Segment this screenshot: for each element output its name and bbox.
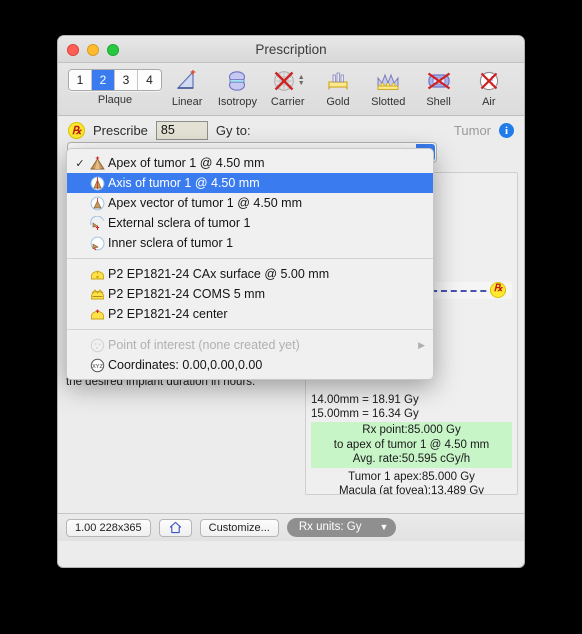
screen: Prescription 1 2 3 4 Plaque Linear Isotr… [0, 0, 582, 634]
menu-item-axis-of-tumor[interactable]: Axis of tumor 1 @ 4.50 mm [67, 173, 433, 193]
slotted-icon [374, 67, 402, 95]
isotropy-icon [224, 67, 250, 95]
menu-item-label: Coordinates: 0.00,0.00,0.00 [108, 358, 263, 372]
title-bar[interactable]: Prescription [58, 36, 524, 63]
rx-point-line: Rx point:85.000 Gy [362, 423, 461, 436]
menu-item-plaque-cax-surface[interactable]: P2 EP1821-24 CAx surface @ 5.00 mm [67, 264, 433, 284]
checkmark-icon: ✓ [75, 157, 85, 170]
plaque-center-icon [87, 307, 108, 322]
menu-item-apex-of-tumor[interactable]: ✓ Apex of tumor 1 @ 4.50 mm [67, 153, 433, 173]
toolbar-label-air: Air [482, 96, 496, 108]
menu-separator-1 [67, 258, 433, 259]
menu-item-label: P2 EP1821-24 center [108, 307, 228, 321]
toolbar-label-isotropy: Isotropy [217, 96, 257, 108]
plaque-segment-2[interactable]: 2 [92, 70, 115, 90]
toolbar-label-shell: Shell [426, 96, 451, 108]
plaque-label: Plaque [97, 94, 133, 106]
rx-target-line: to apex of tumor 1 @ 4.50 mm [333, 438, 490, 451]
menu-item-label: Point of interest (none created yet) [108, 338, 300, 352]
axis-tumor-icon [87, 176, 108, 191]
menu-item-plaque-coms[interactable]: P2 EP1821-24 COMS 5 mm [67, 284, 433, 304]
window-controls [67, 44, 119, 56]
toolbar-label-linear: Linear [171, 96, 203, 108]
menu-item-coordinates[interactable]: XYZ Coordinates: 0.00,0.00,0.00 [67, 355, 433, 375]
plaque-coms-icon [87, 287, 108, 302]
toolbar-item-gold[interactable]: Gold [313, 67, 363, 108]
menu-item-label: P2 EP1821-24 COMS 5 mm [108, 287, 266, 301]
external-sclera-icon [87, 215, 108, 231]
point-of-interest-icon [87, 338, 108, 353]
dose-depth-line-2: 15.00mm = 16.34 Gy [311, 408, 419, 421]
plaque-segment-4[interactable]: 4 [138, 70, 161, 90]
rx-summary-block: Rx point:85.000 Gy to apex of tumor 1 @ … [311, 421, 512, 468]
target-label: Tumor [453, 123, 491, 138]
dose-depth-line-1: 14.00mm = 18.91 Gy [311, 393, 419, 406]
svg-text:XYZ: XYZ [92, 364, 103, 370]
menu-item-label: Apex vector of tumor 1 @ 4.50 mm [108, 196, 303, 210]
window-title: Prescription [255, 42, 327, 57]
plaque-surface-icon [87, 267, 108, 282]
info-icon[interactable]: i [499, 123, 514, 138]
menu-item-inner-sclera[interactable]: Inner sclera of tumor 1 [67, 233, 433, 253]
air-icon [476, 67, 502, 95]
toolbar-item-linear[interactable]: Linear [162, 67, 212, 108]
rx-units-label: Rx units: Gy [298, 521, 362, 533]
prescribe-label: Prescribe [93, 123, 148, 138]
rx-avg-rate-line: Avg. rate:50.595 cGy/h [352, 453, 471, 466]
toolbar-item-shell[interactable]: Shell [413, 67, 463, 108]
menu-item-label: Axis of tumor 1 @ 4.50 mm [108, 176, 260, 190]
toolbar-item-carrier[interactable]: ▲ ▼ Carrier [263, 67, 313, 108]
apex-tumor-icon [87, 156, 108, 171]
plaque-segment-3[interactable]: 3 [115, 70, 138, 90]
toolbar: 1 2 3 4 Plaque Linear Isotropy ▲ ▼ Carri… [58, 63, 524, 116]
menu-item-point-of-interest: Point of interest (none created yet) ▶ [67, 335, 433, 355]
shell-icon [425, 67, 453, 95]
rx-units-dropdown[interactable]: Rx units: Gy ▼ [286, 518, 397, 537]
menu-item-plaque-center[interactable]: P2 EP1821-24 center [67, 304, 433, 324]
minimize-button[interactable] [87, 44, 99, 56]
submenu-arrow-icon: ▶ [418, 339, 425, 350]
rx-icon: ℞ [68, 122, 85, 139]
bottom-bar: 1.00 228x365 Customize... Rx units: Gy ▼ [58, 513, 524, 541]
gold-icon [325, 67, 351, 95]
scale-button[interactable]: 1.00 228x365 [66, 518, 151, 537]
target-dropdown-menu[interactable]: ✓ Apex of tumor 1 @ 4.50 mm Axis of tumo… [66, 148, 434, 380]
customize-button[interactable]: Customize... [199, 518, 279, 537]
xyz-coordinates-icon: XYZ [87, 358, 108, 373]
menu-item-label: Inner sclera of tumor 1 [108, 236, 234, 250]
prescribe-row: ℞ Prescribe 85 Gy to: Tumor i [58, 116, 524, 145]
menu-item-external-sclera[interactable]: External sclera of tumor 1 [67, 213, 433, 233]
dose-metrics-block: Tumor 1 apex:85.000 Gy Macula (at fovea)… [311, 470, 512, 495]
metric-tumor-apex: Tumor 1 apex:85.000 Gy [348, 470, 475, 483]
close-button[interactable] [67, 44, 79, 56]
toolbar-item-isotropy[interactable]: Isotropy [212, 67, 262, 108]
carrier-icon: ▲ ▼ [271, 67, 305, 95]
plaque-segmented-control[interactable]: 1 2 3 4 [68, 69, 162, 91]
menu-item-apex-vector-of-tumor[interactable]: Apex vector of tumor 1 @ 4.50 mm [67, 193, 433, 213]
menu-item-label: P2 EP1821-24 CAx surface @ 5.00 mm [108, 267, 330, 281]
rx-icon-marker: ℞ [490, 281, 506, 298]
toolbar-label-gold: Gold [326, 96, 350, 108]
linear-icon [174, 67, 200, 95]
apex-vector-icon [87, 196, 108, 211]
chevron-down-icon: ▼ [379, 522, 389, 532]
carrier-stepper[interactable]: ▲ ▼ [298, 74, 305, 87]
home-button[interactable] [158, 518, 192, 537]
home-icon [169, 521, 181, 533]
menu-item-label: External sclera of tumor 1 [108, 216, 251, 230]
inner-sclera-icon [87, 236, 108, 251]
plaque-group: 1 2 3 4 Plaque [68, 67, 162, 106]
dose-units-label: Gy to: [215, 123, 251, 138]
metric-macula: Macula (at fovea):13.489 Gy [338, 485, 485, 495]
toolbar-item-slotted[interactable]: Slotted [363, 67, 413, 108]
plaque-segment-1[interactable]: 1 [69, 70, 92, 90]
dose-input[interactable]: 85 [155, 121, 208, 140]
toolbar-label-slotted: Slotted [371, 96, 406, 108]
zoom-button[interactable] [107, 44, 119, 56]
toolbar-label-carrier: Carrier [270, 96, 305, 108]
menu-item-label: Apex of tumor 1 @ 4.50 mm [108, 156, 265, 170]
toolbar-item-air[interactable]: Air [464, 67, 514, 108]
menu-separator-2 [67, 329, 433, 330]
